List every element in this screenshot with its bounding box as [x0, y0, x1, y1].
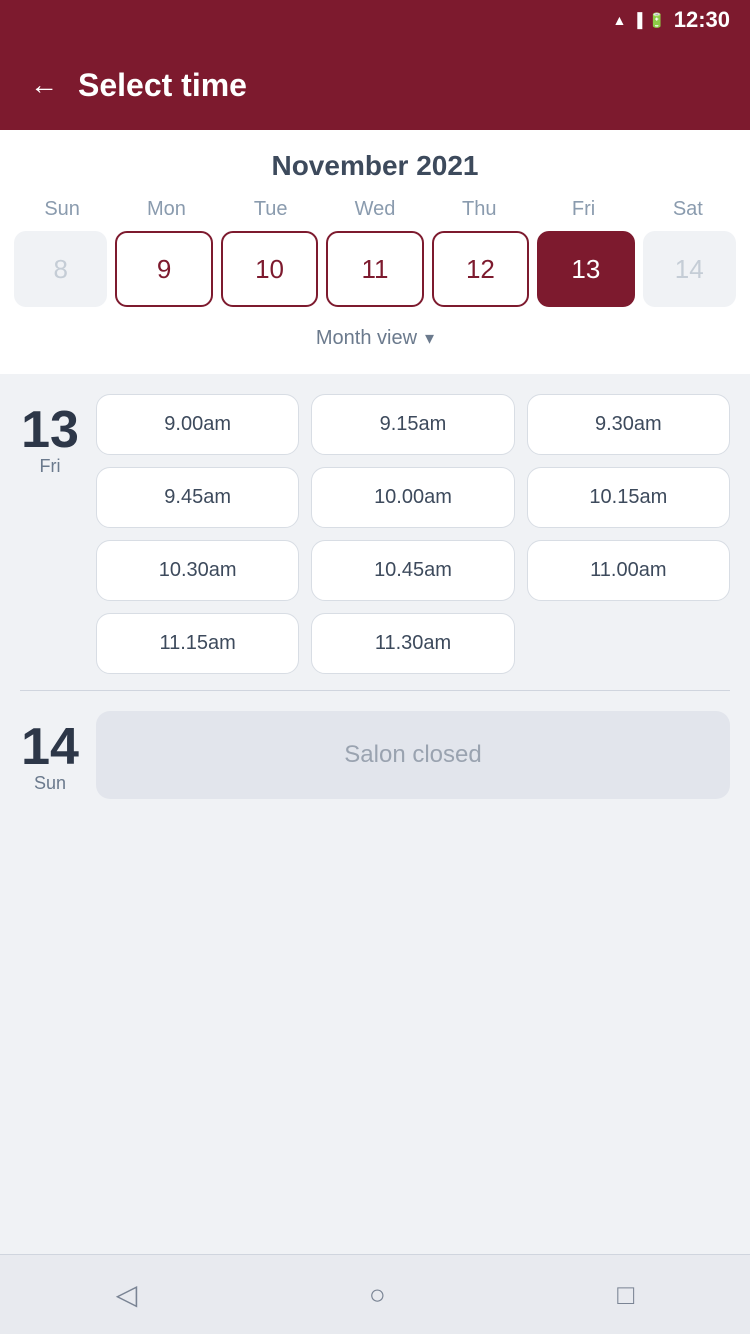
slot-1015am[interactable]: 10.15am	[527, 467, 730, 528]
date-cell-13[interactable]: 13	[537, 231, 634, 307]
dates-row: 8 9 10 11 12 13 14	[0, 231, 750, 307]
nav-recent-icon: □	[617, 1279, 634, 1310]
weekday-row: Sun Mon Tue Wed Thu Fri Sat	[0, 198, 750, 221]
date-cell-8: 8	[14, 231, 107, 307]
month-view-label: Month view	[316, 327, 417, 350]
weekday-wed: Wed	[323, 198, 427, 221]
slot-1115am[interactable]: 11.15am	[96, 613, 299, 674]
nav-recent-button[interactable]: □	[597, 1269, 654, 1321]
slot-900am[interactable]: 9.00am	[96, 394, 299, 455]
date-cell-10[interactable]: 10	[221, 231, 318, 307]
date-cell-11[interactable]: 11	[326, 231, 423, 307]
weekday-fri: Fri	[531, 198, 635, 221]
month-view-toggle[interactable]: Month view ▾	[0, 317, 750, 364]
salon-closed-label: Salon closed	[96, 711, 730, 799]
status-time: 12:30	[674, 7, 730, 33]
weekday-tue: Tue	[219, 198, 323, 221]
chevron-down-icon: ▾	[425, 328, 434, 349]
slots-grid-13: 9.00am 9.15am 9.30am 9.45am 10.00am 10.1…	[96, 394, 730, 674]
weekday-thu: Thu	[427, 198, 531, 221]
month-year-label: November 2021	[0, 150, 750, 182]
status-bar: ▲ ▐ 🔋 12:30	[0, 0, 750, 40]
day-14-section: 14 Sun Salon closed	[20, 711, 730, 799]
slot-930am[interactable]: 9.30am	[527, 394, 730, 455]
slot-1100am[interactable]: 11.00am	[527, 540, 730, 601]
bottom-navigation: ◁ ○ □	[0, 1254, 750, 1334]
time-slots-section: 13 Fri 9.00am 9.15am 9.30am 9.45am 10.00…	[0, 374, 750, 839]
page-title: Select time	[78, 67, 247, 104]
status-icons: ▲ ▐ 🔋	[613, 12, 666, 29]
date-cell-9[interactable]: 9	[115, 231, 212, 307]
calendar-section: November 2021 Sun Mon Tue Wed Thu Fri Sa…	[0, 130, 750, 374]
slot-1000am[interactable]: 10.00am	[311, 467, 514, 528]
wifi-icon: ▲	[613, 12, 627, 28]
slot-1045am[interactable]: 10.45am	[311, 540, 514, 601]
day-14-number: 14	[21, 721, 79, 773]
day-13-label: 13 Fri	[20, 394, 80, 674]
section-divider	[20, 690, 730, 691]
app-header: ← Select time	[0, 40, 750, 130]
slot-1030am[interactable]: 10.30am	[96, 540, 299, 601]
nav-back-button[interactable]: ◁	[96, 1268, 158, 1321]
weekday-mon: Mon	[114, 198, 218, 221]
weekday-sun: Sun	[10, 198, 114, 221]
date-cell-12[interactable]: 12	[432, 231, 529, 307]
back-button[interactable]: ←	[30, 71, 58, 99]
day-13-slots: 13 Fri 9.00am 9.15am 9.30am 9.45am 10.00…	[20, 394, 730, 674]
day-14-label: 14 Sun	[20, 711, 80, 799]
slot-915am[interactable]: 9.15am	[311, 394, 514, 455]
day-13-number: 13	[21, 404, 79, 456]
slot-1130am[interactable]: 11.30am	[311, 613, 514, 674]
battery-icon: 🔋	[648, 12, 665, 29]
weekday-sat: Sat	[636, 198, 740, 221]
day-14-name: Sun	[34, 773, 66, 794]
nav-home-icon: ○	[369, 1279, 386, 1310]
slot-945am[interactable]: 9.45am	[96, 467, 299, 528]
day-13-name: Fri	[40, 456, 61, 477]
nav-home-button[interactable]: ○	[349, 1269, 406, 1321]
signal-icon: ▐	[632, 12, 642, 28]
nav-back-icon: ◁	[116, 1279, 138, 1310]
date-cell-14: 14	[643, 231, 736, 307]
